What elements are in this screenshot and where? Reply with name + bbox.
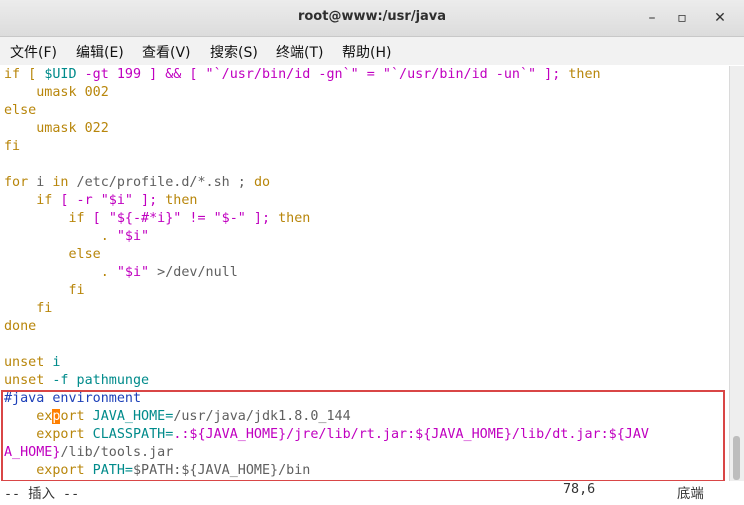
code-token: i [44, 355, 61, 370]
code-line: if [ -r "$i" ]; then [4, 192, 198, 210]
code-token: "$i" [116, 229, 150, 244]
menu-file[interactable]: 文件(F) [10, 42, 57, 62]
code-token: for [4, 175, 29, 190]
code-line: fi [4, 139, 21, 154]
code-token: then [278, 211, 311, 226]
code-token: ]; [245, 211, 279, 226]
annotation-box [1, 390, 725, 482]
close-icon[interactable]: ✕ [708, 6, 732, 30]
scrollbar[interactable] [729, 66, 744, 483]
code-token: i [28, 175, 53, 190]
code-token: >/dev/null [149, 265, 238, 280]
menu-help[interactable]: 帮助(H) [342, 42, 391, 62]
code-token: "$i" [100, 193, 133, 208]
code-line: else [4, 103, 37, 118]
minimize-icon[interactable]: – [640, 6, 664, 30]
code-token: . [4, 265, 117, 280]
code-token: then [165, 193, 198, 208]
code-line: . "$i" [4, 228, 149, 246]
scroll-position: 底端 [677, 487, 704, 502]
code-token: "$-" [213, 211, 246, 226]
menu-search[interactable]: 搜索(S) [210, 42, 258, 62]
code-token: if [4, 193, 53, 208]
code-token: do [253, 175, 271, 190]
code-line: for i in /etc/profile.d/*.sh ; do [4, 174, 270, 192]
code-token: unset [4, 355, 45, 370]
code-line: umask 022 [4, 121, 109, 136]
code-line: if [ $UID -gt 199 ] && [ "`/usr/bin/id -… [4, 66, 601, 84]
code-token: /etc/profile.d/*.sh ; [68, 175, 254, 190]
code-line: umask 002 [4, 85, 109, 100]
menu-edit[interactable]: 编辑(E) [76, 42, 124, 62]
maximize-icon[interactable]: ▫ [670, 6, 694, 30]
menu-bar: 文件(F) 编辑(E) 查看(V) 搜索(S) 终端(T) 帮助(H) [0, 37, 744, 65]
menu-view[interactable]: 查看(V) [142, 42, 191, 62]
scrollbar-thumb[interactable] [733, 436, 740, 480]
window-title: root@www:/usr/java [297, 9, 447, 24]
code-token: $UID [44, 67, 77, 82]
mode-indicator: -- 插入 -- [4, 487, 80, 502]
code-token: -gt 199 ] && [ "`/usr/bin/id -gn`" = "`/… [76, 67, 569, 82]
code-token: -f pathmunge [44, 373, 150, 388]
code-line: . "$i" >/dev/null [4, 264, 238, 282]
code-line: unset -f pathmunge [4, 372, 149, 390]
code-token: "${-#*i}" [108, 211, 182, 226]
title-bar[interactable]: root@www:/usr/java – ▫ ✕ [0, 0, 744, 37]
code-token: . [4, 229, 117, 244]
code-token: if [ [4, 67, 45, 82]
code-line: if [ "${-#*i}" != "$-" ]; then [4, 210, 310, 228]
cursor-position: 78,6 [563, 482, 596, 497]
code-line: fi [4, 283, 85, 298]
terminal-window: root@www:/usr/java – ▫ ✕ 文件(F) 编辑(E) 查看(… [0, 0, 744, 505]
code-token: in [52, 175, 69, 190]
code-token: [ [84, 211, 109, 226]
menu-terminal[interactable]: 终端(T) [276, 42, 323, 62]
code-token: [ -r [52, 193, 101, 208]
code-line: else [4, 247, 101, 262]
code-token: != [181, 211, 214, 226]
code-line: unset i [4, 354, 60, 372]
code-token: then [568, 67, 601, 82]
code-token: "$i" [116, 265, 150, 280]
vim-status-line: -- 插入 -- 78,6 底端 [0, 481, 744, 503]
code-token: unset [4, 373, 45, 388]
code-line: done [4, 319, 37, 334]
code-token: if [4, 211, 85, 226]
code-line: fi [4, 301, 53, 316]
code-token: ]; [133, 193, 166, 208]
